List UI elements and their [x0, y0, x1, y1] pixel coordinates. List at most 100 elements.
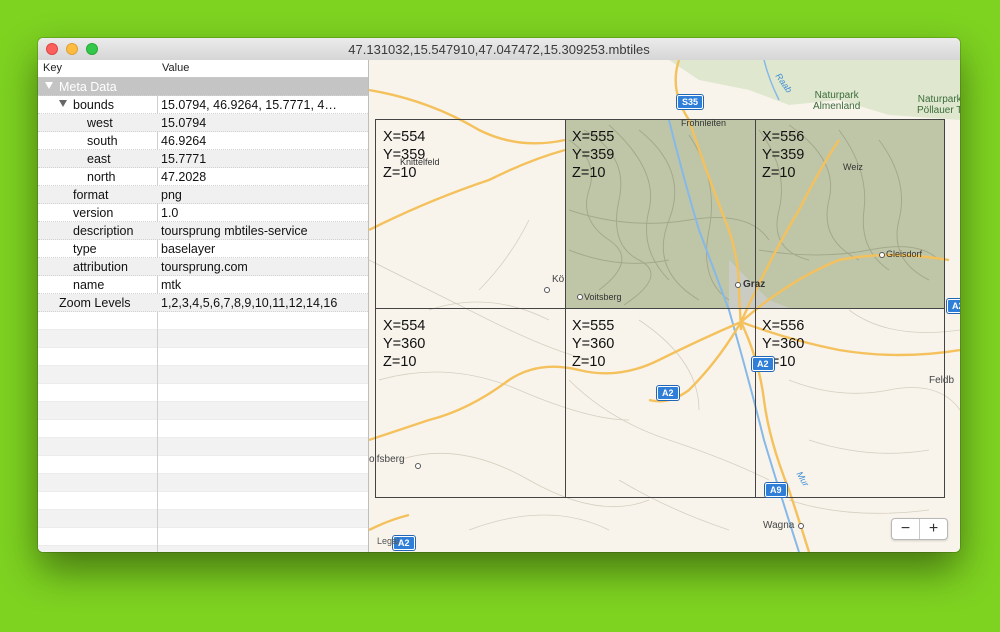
outline-row-north[interactable]: north 47.2028	[38, 168, 368, 186]
outline-row-west[interactable]: west 15.0794	[38, 114, 368, 132]
empty-row	[38, 420, 368, 438]
title-bar[interactable]: 47.131032,15.547910,47.047472,15.309253.…	[38, 38, 960, 61]
row-key: type	[73, 242, 97, 256]
outline-row-name[interactable]: name mtk	[38, 276, 368, 294]
place-label-knittelfeld: Knittelfeld	[400, 157, 440, 167]
row-key: description	[73, 224, 134, 238]
outline-row-attribution[interactable]: attribution toursprung.com	[38, 258, 368, 276]
highway-shield-a9: A9	[765, 483, 787, 497]
place-label-voitsberg: Voitsberg	[584, 292, 622, 302]
tile-label-554-359: X=554 Y=359 Z=10	[383, 128, 425, 182]
tile-x: X=556	[762, 129, 805, 145]
empty-row	[38, 474, 368, 492]
empty-row	[38, 456, 368, 474]
row-value: mtk	[161, 278, 182, 292]
map-view[interactable]: X=554 Y=359 Z=10 X=555 Y=359 Z=10 X=556 …	[369, 60, 960, 552]
tile-z: Z=10	[383, 354, 417, 370]
disclosure-triangle-icon[interactable]	[59, 100, 67, 107]
empty-row	[38, 330, 368, 348]
empty-row	[38, 402, 368, 420]
group-label: Meta Data	[59, 80, 117, 94]
row-key: east	[87, 152, 111, 166]
empty-row	[38, 546, 368, 552]
key-column-header[interactable]: Key	[43, 62, 62, 74]
tile-z: Z=10	[762, 165, 796, 181]
row-value: 15.0794, 46.9264, 15.7771, 4…	[161, 98, 337, 112]
row-value: 47.2028	[161, 170, 207, 184]
place-label-koflach: Kö	[552, 274, 565, 285]
row-key: version	[73, 206, 114, 220]
row-key: west	[87, 116, 113, 130]
place-label-graz: Graz	[743, 279, 766, 290]
row-value: png	[161, 188, 182, 202]
highway-shield-a2: A2	[657, 386, 679, 400]
outline-row-east[interactable]: east 15.7771	[38, 150, 368, 168]
outline-row-type[interactable]: type baselayer	[38, 240, 368, 258]
outline-row-bounds[interactable]: bounds 15.0794, 46.9264, 15.7771, 4…	[38, 96, 368, 114]
outline-row-version[interactable]: version 1.0	[38, 204, 368, 222]
disclosure-triangle-icon[interactable]	[45, 82, 53, 89]
empty-row	[38, 510, 368, 528]
outline-header: Key Value	[38, 60, 368, 78]
tile-y: Y=360	[383, 336, 426, 352]
row-key: south	[87, 134, 118, 148]
row-value: 1,2,3,4,5,6,7,8,9,10,11,12,14,16	[161, 296, 338, 310]
zoom-control: − +	[891, 518, 948, 540]
row-key: north	[87, 170, 116, 184]
zoom-out-button[interactable]: −	[892, 519, 920, 539]
tile-label-554-360: X=554 Y=360 Z=10	[383, 317, 425, 371]
place-label-naturpark-almenland: Naturpark Almenland	[813, 90, 861, 112]
outline-row-description[interactable]: description toursprung mbtiles-service	[38, 222, 368, 240]
highway-shield-s35: S35	[677, 95, 704, 109]
empty-row	[38, 438, 368, 456]
group-row-meta-data[interactable]: Meta Data	[38, 78, 368, 96]
row-key: Zoom Levels	[59, 296, 131, 310]
empty-row	[38, 492, 368, 510]
place-label-naturpark-poellauer: Naturpark Pöllauer T	[917, 94, 960, 116]
row-value: 46.9264	[161, 134, 207, 148]
row-key: bounds	[73, 98, 115, 112]
outline-row-south[interactable]: south 46.9264	[38, 132, 368, 150]
tile-x: X=554	[383, 318, 426, 334]
tile-x: X=555	[572, 318, 615, 334]
outline-row-zoom-levels[interactable]: Zoom Levels 1,2,3,4,5,6,7,8,9,10,11,12,1…	[38, 294, 368, 312]
tile-x: X=556	[762, 318, 805, 334]
row-value: toursprung mbtiles-service	[161, 224, 308, 238]
highway-shield-a2: A2	[752, 357, 774, 371]
place-label-weiz: Weiz	[843, 162, 863, 172]
row-value: toursprung.com	[161, 260, 248, 274]
metadata-outline-view[interactable]: Key Value Meta Data bounds 15.0794, 46.9…	[38, 60, 369, 552]
place-label-wolfsberg: olfsberg	[369, 454, 405, 465]
tile-label-556-359: X=556 Y=359 Z=10	[762, 128, 804, 182]
tile-x: X=554	[383, 129, 426, 145]
place-label-frohnleiten: Frohnleiten	[681, 118, 727, 128]
tile-label-555-360: X=555 Y=360 Z=10	[572, 317, 614, 371]
tile-z: Z=10	[572, 165, 606, 181]
tile-label-555-359: X=555 Y=359 Z=10	[572, 128, 614, 182]
row-value: 1.0	[161, 206, 179, 220]
app-window: 47.131032,15.547910,47.047472,15.309253.…	[38, 38, 960, 552]
place-label-gleisdorf: Gleisdorf	[886, 249, 923, 259]
row-key: attribution	[73, 260, 128, 274]
place-label-wagna: Wagna	[763, 520, 795, 531]
row-value: 15.0794	[161, 116, 207, 130]
tile-y: Y=360	[572, 336, 615, 352]
highway-shield-a2: A2	[947, 299, 960, 313]
empty-row	[38, 312, 368, 330]
map-canvas	[369, 60, 960, 552]
value-column-header[interactable]: Value	[162, 62, 189, 74]
row-value: baselayer	[161, 242, 216, 256]
empty-row	[38, 366, 368, 384]
tile-y: Y=360	[762, 336, 805, 352]
zoom-in-button[interactable]: +	[920, 519, 947, 539]
tile-z: Z=10	[572, 354, 606, 370]
empty-row	[38, 528, 368, 546]
row-key: name	[73, 278, 105, 292]
legal-link[interactable]: Legal	[377, 536, 399, 546]
outline-row-format[interactable]: format png	[38, 186, 368, 204]
tile-y: Y=359	[762, 147, 805, 163]
empty-row	[38, 384, 368, 402]
window-title: 47.131032,15.547910,47.047472,15.309253.…	[348, 42, 650, 57]
empty-row	[38, 348, 368, 366]
tile-y: Y=359	[572, 147, 615, 163]
